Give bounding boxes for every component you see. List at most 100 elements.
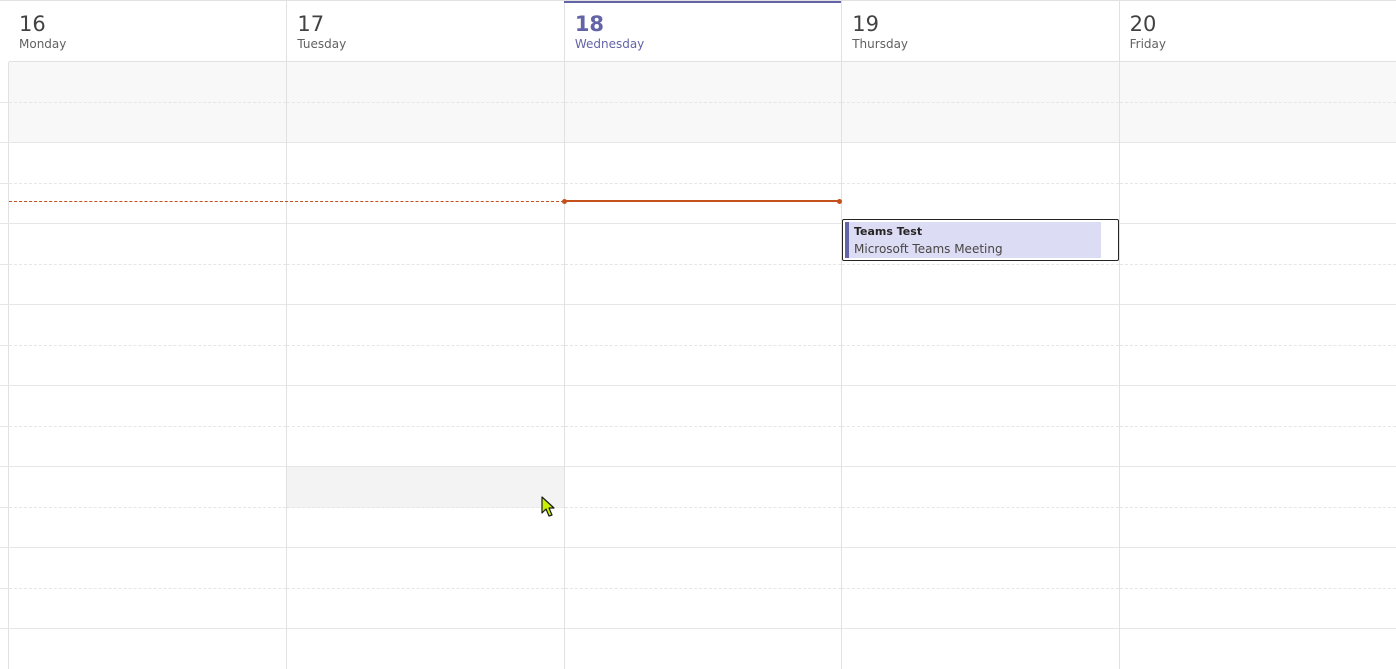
time-slot[interactable] [1119, 305, 1396, 346]
gutter-tick [0, 182, 9, 184]
time-slot[interactable] [287, 589, 564, 629]
time-slot[interactable] [842, 265, 1119, 305]
time-slot[interactable] [1119, 224, 1396, 265]
time-slot[interactable] [9, 467, 287, 508]
gutter-tick [0, 628, 9, 629]
time-slot[interactable] [842, 467, 1119, 508]
gutter-tick [0, 263, 9, 265]
time-slot[interactable] [1119, 265, 1396, 305]
time-slot[interactable] [287, 265, 564, 305]
time-slot[interactable] [9, 386, 287, 427]
time-slot[interactable] [564, 508, 842, 548]
day-header-friday[interactable]: 20 Friday [1118, 1, 1396, 61]
event-title: Teams Test [854, 225, 923, 238]
time-slot[interactable] [564, 305, 842, 346]
time-slot[interactable] [842, 62, 1119, 103]
gutter-tick [0, 506, 9, 508]
time-slot[interactable] [287, 467, 564, 508]
time-slot[interactable] [842, 629, 1119, 669]
time-slot[interactable] [1119, 508, 1396, 548]
time-slot[interactable] [1119, 143, 1396, 184]
event-teams-test[interactable]: Teams Test Microsoft Teams Meeting [842, 219, 1119, 261]
time-slot[interactable] [287, 629, 564, 669]
time-slot[interactable] [1119, 386, 1396, 427]
time-slot[interactable] [564, 427, 842, 467]
time-slot[interactable] [842, 346, 1119, 386]
time-slot[interactable] [564, 386, 842, 427]
time-slot[interactable] [842, 508, 1119, 548]
time-slot[interactable] [842, 305, 1119, 346]
current-time-line-today [564, 200, 841, 202]
day-column-monday [9, 62, 287, 669]
time-slot[interactable] [564, 589, 842, 629]
time-slot[interactable] [9, 629, 287, 669]
time-slot[interactable] [1119, 427, 1396, 467]
day-column-wednesday [563, 62, 842, 669]
time-slot[interactable] [9, 265, 287, 305]
time-slot[interactable] [1119, 467, 1396, 508]
gutter-tick [0, 425, 9, 427]
time-slot[interactable] [1119, 548, 1396, 589]
time-slot[interactable] [564, 346, 842, 386]
time-slot[interactable] [1119, 589, 1396, 629]
time-slot[interactable] [287, 224, 564, 265]
time-slot[interactable] [1119, 346, 1396, 386]
time-slot[interactable] [287, 305, 564, 346]
time-slot[interactable] [287, 508, 564, 548]
time-grid [9, 62, 1396, 669]
day-header-thursday[interactable]: 19 Thursday [841, 1, 1118, 61]
time-slot[interactable] [9, 143, 287, 184]
time-slot[interactable] [564, 265, 842, 305]
time-slot[interactable] [9, 184, 287, 224]
day-number: 19 [852, 12, 879, 36]
time-slot[interactable] [842, 589, 1119, 629]
time-slot[interactable] [287, 184, 564, 224]
time-slot[interactable] [9, 589, 287, 629]
day-column-thursday [841, 62, 1119, 669]
day-name: Monday [19, 37, 67, 51]
gutter-tick [0, 101, 9, 103]
time-slot[interactable] [9, 548, 287, 589]
time-slot[interactable] [1119, 102, 1396, 143]
time-slot[interactable] [287, 427, 564, 467]
time-slot[interactable] [842, 143, 1119, 184]
time-slot[interactable] [842, 102, 1119, 143]
time-slot[interactable] [9, 305, 287, 346]
time-slot[interactable] [842, 386, 1119, 427]
time-slot[interactable] [564, 548, 842, 589]
time-slot[interactable] [287, 548, 564, 589]
arrow-cursor-icon [541, 496, 555, 517]
gutter-tick [0, 547, 9, 548]
time-slot[interactable] [564, 224, 842, 265]
time-slot[interactable] [287, 102, 564, 143]
time-slot[interactable] [287, 143, 564, 184]
day-header-wednesday-today[interactable]: 18 Wednesday [563, 1, 842, 61]
day-header-tuesday[interactable]: 17 Tuesday [286, 1, 563, 61]
time-slot[interactable] [842, 548, 1119, 589]
time-gutter [0, 62, 9, 669]
time-slot[interactable] [287, 346, 564, 386]
time-slot[interactable] [9, 62, 287, 103]
time-slot[interactable] [287, 386, 564, 427]
time-slot[interactable] [1119, 629, 1396, 669]
time-slot[interactable] [287, 62, 564, 103]
time-slot[interactable] [9, 346, 287, 386]
time-slot[interactable] [1119, 184, 1396, 224]
time-slot[interactable] [842, 184, 1119, 224]
event-body: Teams Test Microsoft Teams Meeting [845, 222, 1101, 258]
time-slot[interactable] [564, 629, 842, 669]
time-slot[interactable] [564, 184, 842, 224]
time-slot[interactable] [564, 102, 842, 143]
time-slot[interactable] [564, 62, 842, 103]
time-slot[interactable] [842, 427, 1119, 467]
time-slot[interactable] [9, 224, 287, 265]
time-slot[interactable] [1119, 62, 1396, 103]
gutter-tick [0, 223, 9, 224]
time-slot[interactable] [564, 143, 842, 184]
time-slot[interactable] [564, 467, 842, 508]
day-header-monday[interactable]: 16 Monday [9, 1, 286, 61]
day-name: Thursday [852, 37, 909, 51]
time-slot[interactable] [9, 508, 287, 548]
time-slot[interactable] [9, 102, 287, 143]
time-slot[interactable] [9, 427, 287, 467]
